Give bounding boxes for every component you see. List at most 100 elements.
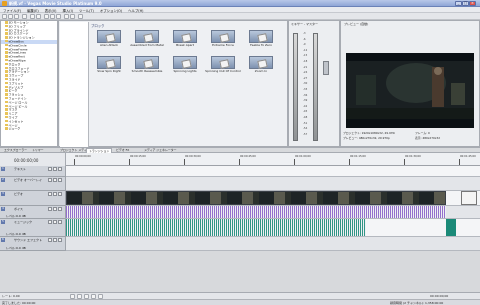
transition-preset[interactable]: Alien Attack bbox=[91, 30, 127, 56]
paste-icon[interactable] bbox=[56, 14, 61, 19]
mute-icon[interactable] bbox=[48, 207, 52, 211]
ruler-label: 00:01:30;00 bbox=[405, 155, 421, 158]
transition-preset[interactable]: Spinning Lights bbox=[167, 56, 203, 82]
mute-icon[interactable] bbox=[48, 178, 52, 182]
track-lane[interactable] bbox=[66, 191, 480, 206]
meter-title: ミキサー - マスター bbox=[291, 22, 318, 26]
transition-preset[interactable]: Smooth Reassemble bbox=[129, 56, 165, 82]
new-icon[interactable] bbox=[2, 14, 7, 19]
voice-clip[interactable] bbox=[66, 206, 446, 218]
preset-thumbnail bbox=[97, 56, 121, 69]
transition-preset[interactable]: Break Apart bbox=[167, 30, 203, 56]
tree-item[interactable]: ジューク bbox=[1, 127, 57, 131]
fx-icon[interactable] bbox=[58, 178, 62, 182]
ruler-tick bbox=[239, 159, 240, 165]
track-name[interactable]: ミュージック bbox=[14, 220, 32, 224]
display-info: 表示: 480x270x32 bbox=[415, 136, 440, 140]
folder-icon bbox=[5, 43, 8, 47]
track-header[interactable]: 5 ミュージック レベル:0.0 dB bbox=[0, 219, 66, 237]
music-clip[interactable] bbox=[66, 219, 366, 236]
folder-icon bbox=[5, 123, 8, 127]
transition-preset[interactable]: Slow Spin Right bbox=[91, 56, 127, 82]
render-icon[interactable] bbox=[22, 14, 27, 19]
effects-heading: ブロック bbox=[91, 24, 105, 28]
ruler-tick bbox=[184, 159, 185, 165]
preset-thumbnail bbox=[249, 30, 273, 43]
folder-icon bbox=[5, 51, 8, 54]
video-clip[interactable] bbox=[66, 191, 446, 205]
fx-icon[interactable] bbox=[58, 207, 62, 211]
transport-bar: レート: 0.00 00:00:00;00 bbox=[0, 292, 480, 299]
help-icon[interactable] bbox=[78, 14, 83, 19]
mute-icon[interactable] bbox=[48, 220, 52, 224]
preview-mode[interactable]: プレビュー (自動) bbox=[344, 22, 368, 26]
project-value: 1920x1080x32, 29.970i bbox=[361, 131, 396, 135]
track-lane[interactable] bbox=[66, 206, 480, 219]
solo-icon[interactable] bbox=[53, 192, 57, 196]
preset-thumbnail bbox=[97, 30, 121, 43]
transition-preset[interactable]: Feeble To Zero bbox=[243, 30, 279, 56]
solo-icon[interactable] bbox=[53, 238, 57, 242]
track-header[interactable]: 6 サウンド エフェクト レベル:0.0 dB bbox=[0, 237, 66, 251]
track-header[interactable]: 2 ビデオ オーバーレイ bbox=[0, 177, 66, 191]
copy-icon[interactable] bbox=[50, 14, 55, 19]
track-header[interactable]: 3 ビデオ bbox=[0, 191, 66, 206]
open-icon[interactable] bbox=[8, 14, 13, 19]
music-clip-end[interactable] bbox=[446, 219, 456, 236]
fx-icon[interactable] bbox=[58, 192, 62, 196]
end-timecode: 00:00:00;00 bbox=[430, 294, 449, 298]
maximize-button[interactable]: □ bbox=[462, 1, 469, 6]
fx-icon[interactable] bbox=[58, 220, 62, 224]
mute-icon[interactable] bbox=[48, 192, 52, 196]
track-name[interactable]: サウンド エフェクト bbox=[14, 238, 42, 242]
mute-icon[interactable] bbox=[48, 167, 52, 171]
title-bar: 新規.vf - Vegas Movie Studio Platinum 9.0 … bbox=[0, 0, 480, 7]
title-clip[interactable] bbox=[461, 191, 477, 205]
track-header[interactable]: 1 テキスト bbox=[0, 166, 66, 177]
undo-icon[interactable] bbox=[30, 14, 35, 19]
transition-preset[interactable]: Zoom In bbox=[243, 56, 279, 82]
ruler-label: 00:01:45;00 bbox=[460, 155, 476, 158]
ruler-label: 00:00:00;00 bbox=[75, 155, 91, 158]
track-name[interactable]: ビデオ bbox=[14, 192, 23, 196]
cut-icon[interactable] bbox=[44, 14, 49, 19]
fx-icon[interactable] bbox=[58, 238, 62, 242]
track-lane[interactable] bbox=[66, 166, 480, 177]
project-label: プロジェクト: bbox=[343, 131, 361, 135]
minimize-button[interactable]: _ bbox=[455, 1, 462, 6]
track-name[interactable]: テキスト bbox=[14, 167, 26, 171]
snap-icon[interactable] bbox=[64, 14, 69, 19]
fx-icon[interactable] bbox=[58, 167, 62, 171]
transition-preset[interactable]: Spinning Out Of Control bbox=[205, 56, 241, 82]
solo-icon[interactable] bbox=[53, 167, 57, 171]
status-bar: 完了しました: 00:00:00 録音時間 (2 チャンネル): 1,358:0… bbox=[0, 299, 480, 305]
redo-icon[interactable] bbox=[36, 14, 41, 19]
track-lane[interactable] bbox=[66, 177, 480, 191]
track-name[interactable]: ビデオ オーバーレイ bbox=[14, 178, 42, 182]
solo-icon[interactable] bbox=[53, 178, 57, 182]
transition-preset[interactable]: Extreme Force bbox=[205, 30, 241, 56]
frame-info: フレーム: 0 bbox=[415, 131, 430, 135]
track-header[interactable]: 4 ボイス レベル:0.0 dB bbox=[0, 206, 66, 219]
close-button[interactable]: × bbox=[469, 1, 476, 6]
save-icon[interactable] bbox=[14, 14, 19, 19]
explorer-panel: 3D モーション 3D フリップ 3D ブラインド 3D カスケード 3D トランジショ… bbox=[0, 20, 58, 147]
solo-icon[interactable] bbox=[53, 207, 57, 211]
fader-handle[interactable] bbox=[323, 61, 329, 75]
ruler-tick bbox=[349, 159, 350, 165]
solo-icon[interactable] bbox=[53, 220, 57, 224]
folder-icon bbox=[5, 96, 8, 100]
meter-right bbox=[313, 33, 318, 141]
ripple-icon[interactable] bbox=[70, 14, 75, 19]
transition-preset[interactable]: Assembled from Metal bbox=[129, 30, 165, 56]
track-name[interactable]: ボイス bbox=[14, 207, 23, 211]
folder-icon bbox=[5, 77, 8, 81]
level-label: レベル: bbox=[6, 232, 17, 236]
track-lane[interactable] bbox=[66, 219, 480, 237]
timeline-ruler[interactable]: 00:00:00;00 00:00:15;00 00:00:30;00 00:00:4… bbox=[66, 153, 480, 166]
mute-icon[interactable] bbox=[48, 238, 52, 242]
timeline-timecode: 00:00:00;00 bbox=[0, 153, 66, 166]
level-value: 0.0 dB bbox=[16, 232, 26, 236]
track-level: レベル:0.0 dB bbox=[6, 246, 26, 250]
track-lane[interactable] bbox=[66, 237, 480, 251]
